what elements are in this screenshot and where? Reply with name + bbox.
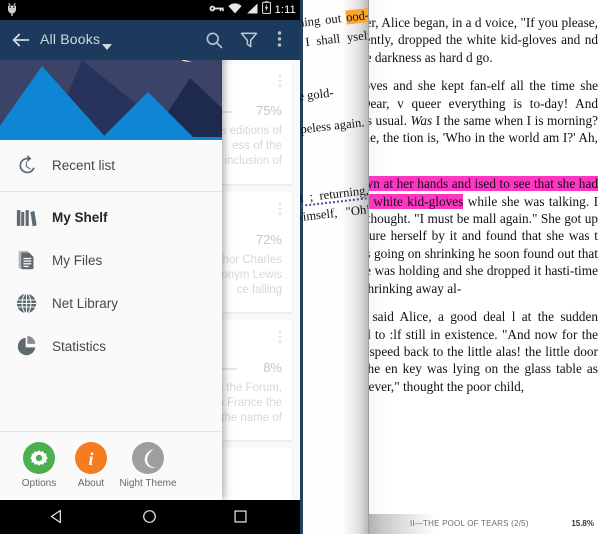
filter-icon[interactable] xyxy=(239,30,259,50)
pie-chart-icon xyxy=(0,336,52,357)
sidebar-item-label: Net Library xyxy=(52,296,119,311)
sidebar-item-recent-list[interactable]: Recent list xyxy=(0,144,222,187)
app-bar: All Books xyxy=(0,20,300,60)
caret-down-icon[interactable] xyxy=(102,38,112,56)
divider xyxy=(0,191,222,192)
drawer-footer: Options i About Night Theme xyxy=(0,431,222,500)
battery-charging-icon xyxy=(261,1,271,19)
sidebar-item-label: Statistics xyxy=(52,339,107,354)
previous-page-text: , she was so quite forgot pening out ood… xyxy=(300,6,368,276)
android-status-bar: 1:11 xyxy=(0,0,300,20)
svg-text:i: i xyxy=(88,449,93,469)
night-theme-button[interactable]: Night Theme xyxy=(108,442,188,489)
reading-progress-percent: 15.8% xyxy=(571,519,594,528)
file-document-icon xyxy=(0,250,52,271)
info-icon: i xyxy=(75,442,107,474)
sidebar-item-my-shelf[interactable]: My Shelf xyxy=(0,196,222,239)
chapter-label: II—THE POOL OF TEARS (2/5) xyxy=(410,519,529,528)
sidebar-item-my-files[interactable]: My Files xyxy=(0,239,222,282)
sidebar-item-net-library[interactable]: Net Library xyxy=(0,282,222,325)
page-curl-previous-page[interactable]: , she was so quite forgot pening out ood… xyxy=(300,0,369,534)
nav-recents-square-icon[interactable] xyxy=(233,509,248,529)
ebook-reader-pane: e Rabbit came near her, Alice began, in … xyxy=(300,0,600,534)
sidebar-item-label: My Shelf xyxy=(52,210,108,225)
search-icon[interactable] xyxy=(204,30,224,50)
android-navigation-bar xyxy=(0,500,300,534)
signal-icon xyxy=(246,1,258,19)
more-vert-icon[interactable] xyxy=(277,30,297,50)
back-arrow-icon[interactable] xyxy=(10,29,32,51)
vpn-key-icon xyxy=(209,1,224,19)
android-app-pane: 75% rd's editions ofess of thehe inclusi… xyxy=(0,0,300,534)
wifi-icon xyxy=(227,1,242,19)
sidebar-item-statistics[interactable]: Statistics xyxy=(0,325,222,368)
status-icons: 1:11 xyxy=(209,0,296,20)
night-theme-label: Night Theme xyxy=(119,478,177,489)
bookshelf-icon xyxy=(0,208,52,228)
navigation-drawer: Recent list My Shelf My Files Net Librar… xyxy=(0,20,222,500)
nav-home-circle-icon[interactable] xyxy=(142,509,157,529)
sidebar-item-label: My Files xyxy=(52,253,103,268)
adb-icon xyxy=(5,2,21,18)
globe-icon xyxy=(0,293,52,314)
header-accent-rule xyxy=(0,137,222,140)
page-title[interactable]: All Books xyxy=(40,31,100,47)
sidebar-item-label: Recent list xyxy=(52,158,116,173)
reader-status-bar: II—THE POOL OF TEARS (2/5) 15.8% xyxy=(358,514,600,534)
gear-icon xyxy=(23,442,55,474)
status-bar-clock: 1:11 xyxy=(274,4,296,16)
moon-icon xyxy=(132,442,164,474)
nav-back-triangle-icon[interactable] xyxy=(50,509,65,529)
screen-root: 75% rd's editions ofess of thehe inclusi… xyxy=(0,0,600,534)
history-icon xyxy=(0,155,52,176)
